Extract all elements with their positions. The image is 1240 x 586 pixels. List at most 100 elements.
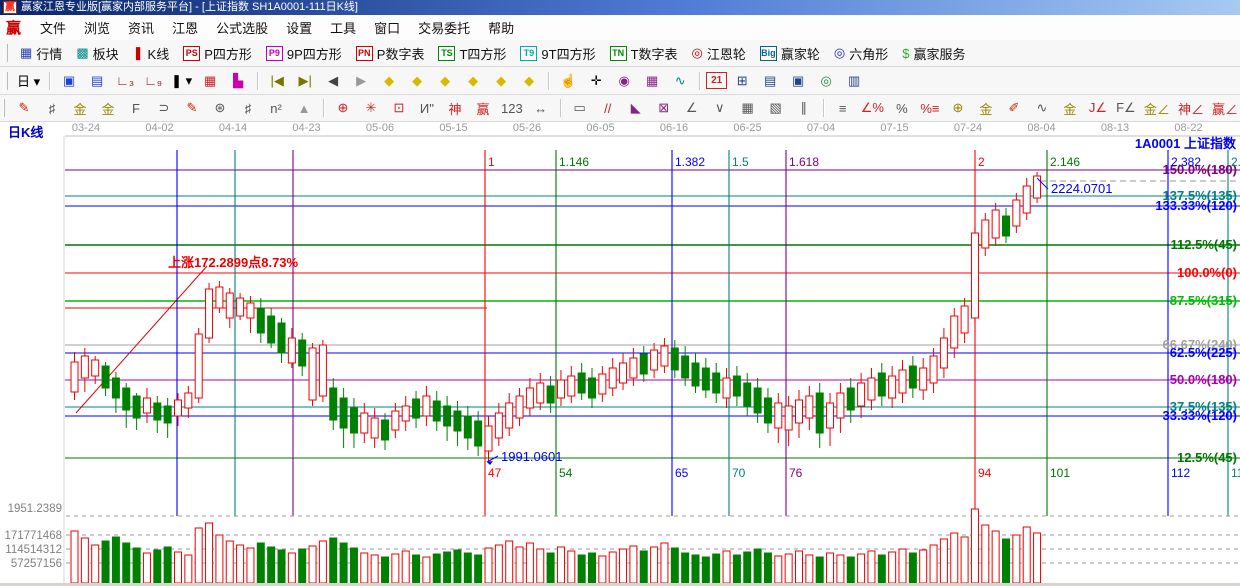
tool-save-icon[interactable]: ▣	[785, 70, 811, 92]
tool-pen-comb-icon[interactable]: ✎	[179, 97, 205, 119]
tool-crosshair-icon[interactable]: ✛	[583, 70, 609, 92]
menu-item-1[interactable]: 浏览	[75, 18, 119, 39]
tool-grid-box-a-icon[interactable]: ▦	[735, 97, 761, 119]
toolbar-button-hexagon[interactable]: ◎六角形	[827, 41, 895, 66]
tool-angle-shen-icon[interactable]: 神∠	[1175, 97, 1207, 119]
tool-n-square-comb-icon[interactable]: n²	[263, 97, 289, 119]
toolbar-button-t-square[interactable]: TST四方形	[431, 41, 513, 66]
tool-expand-all-icon[interactable]: ◆	[516, 70, 542, 92]
toolbar-button-kline[interactable]: ❚K线	[126, 41, 177, 66]
tool-v-lines-icon[interactable]: ∨	[707, 97, 733, 119]
tool-price-comb-icon[interactable]: ♯	[39, 97, 65, 119]
tool-gold-comb-b-icon[interactable]: 金	[95, 97, 121, 119]
tool-zoom-window-icon[interactable]: ▣	[56, 70, 82, 92]
tool-compress-horizontal-icon[interactable]: ◆	[460, 70, 486, 92]
tool-angle-j-icon[interactable]: J∠	[1085, 97, 1111, 119]
tool-box-x-icon[interactable]: ⊠	[651, 97, 677, 119]
tool-compress-vertical-icon[interactable]: ◆	[488, 70, 514, 92]
tool-angle-f-icon[interactable]: F∠	[1113, 97, 1139, 119]
menu-item-3[interactable]: 江恩	[163, 18, 207, 39]
tool-angle-line-icon[interactable]: ∠	[679, 97, 705, 119]
tool-ying-comb-icon[interactable]: 赢	[470, 97, 496, 119]
menu-item-0[interactable]: 文件	[31, 18, 75, 39]
kline-chart-svg[interactable]: 日K线1A0001 上证指数03-2404-0204-1404-2305-060…	[0, 122, 1240, 586]
toolbar-button-9t-square[interactable]: T99T四方形	[513, 41, 602, 66]
tool-angle-gold-icon[interactable]: 金∠	[1141, 97, 1173, 119]
tool-width-arrows-icon[interactable]: ↔	[528, 97, 554, 119]
tool-period-day-dropdown-icon[interactable]: 日 ▾	[14, 70, 43, 92]
menu-item-2[interactable]: 资讯	[119, 18, 163, 39]
menu-item-4[interactable]: 公式选股	[207, 18, 277, 39]
tool-info-panel-icon[interactable]: ▤	[84, 70, 110, 92]
tool-candle-style-dropdown-icon[interactable]: ❚ ▾	[168, 70, 195, 92]
tool-target-box-icon[interactable]: ⊡	[386, 97, 412, 119]
tool-go-last-icon[interactable]: ▶|	[292, 70, 318, 92]
toolbar-button-sectors[interactable]: ▩板块	[69, 41, 125, 66]
tool-comb-123-icon[interactable]: 123	[498, 97, 526, 119]
tool-circle-cross-icon[interactable]: ⊕	[330, 97, 356, 119]
tool-grid-net-icon[interactable]: ▦	[639, 70, 665, 92]
tool-fan-lines-icon[interactable]: //	[595, 97, 621, 119]
toolbar-grip[interactable]	[3, 44, 8, 62]
tool-gold-comb-a-icon[interactable]: 金	[67, 97, 93, 119]
tool-gold-levels-icon[interactable]: 金	[973, 97, 999, 119]
toolbar-separator	[548, 72, 549, 90]
tool-fractal-n-icon[interactable]: И''	[414, 97, 440, 119]
tool-expand-horizontal-icon[interactable]: ◆	[432, 70, 458, 92]
toolbar-button-gann-wheel[interactable]: ◎江恩轮	[685, 41, 753, 66]
tool-notes-icon[interactable]: ▤	[757, 70, 783, 92]
toolbar-button-t-number-table[interactable]: TNT数字表	[603, 41, 685, 66]
tool-drag-hand-icon[interactable]: ☝	[555, 70, 581, 92]
tool-parallel-lines-icon[interactable]: ∥	[791, 97, 817, 119]
tool-angle-flag-icon[interactable]: ▲	[291, 97, 317, 119]
tool-pattern-window-icon[interactable]: ▦	[197, 70, 223, 92]
tool-spiral-comb-icon[interactable]: ⊃	[151, 97, 177, 119]
tool-volume-profile-icon[interactable]: ▙	[225, 70, 251, 92]
tool-plain-comb-icon[interactable]: ♯	[235, 97, 261, 119]
tool-grid-box-b-icon[interactable]: ▧	[763, 97, 789, 119]
tool-percent-slash-icon[interactable]: ∠%	[858, 97, 887, 119]
tool-step-forward-icon[interactable]: ▶	[348, 70, 374, 92]
tool-go-first-icon[interactable]: |◀	[264, 70, 290, 92]
tool-percent-icon[interactable]: %	[889, 97, 915, 119]
tool-price-ruler-icon[interactable]: ≡	[830, 97, 856, 119]
tool-remote-computer-icon[interactable]: ▥	[841, 70, 867, 92]
tool-percent-line-icon[interactable]: %≡	[917, 97, 943, 119]
menu-item-8[interactable]: 交易委托	[409, 18, 479, 39]
tool-zoom-pin-icon[interactable]: ◉	[611, 70, 637, 92]
tool-ma-9-icon[interactable]: ∟₉	[140, 70, 166, 92]
menu-item-9[interactable]: 帮助	[479, 18, 523, 39]
tool-target-dots-icon[interactable]: ✳	[358, 97, 384, 119]
tool-fan-box-icon[interactable]: ◣	[623, 97, 649, 119]
tool-step-back-icon[interactable]: ◀	[320, 70, 346, 92]
tool-circle-360-icon[interactable]: ⊛	[207, 97, 233, 119]
menu-item-5[interactable]: 设置	[277, 18, 321, 39]
tool-gold-line-icon[interactable]: 金	[1057, 97, 1083, 119]
tool-wave-a-icon[interactable]: ∿	[1029, 97, 1055, 119]
toolbar-button-p-square[interactable]: PSP四方形	[176, 41, 259, 66]
tool-ma-3-icon[interactable]: ∟₃	[112, 70, 138, 92]
tool-gold-circle-icon[interactable]: ⊕	[945, 97, 971, 119]
tool-calculator-icon[interactable]: ⊞	[729, 70, 755, 92]
menu-item-7[interactable]: 窗口	[365, 18, 409, 39]
menu-item-6[interactable]: 工具	[321, 18, 365, 39]
tool-pan-right-icon[interactable]: ◆	[404, 70, 430, 92]
tool-angle-ying-icon[interactable]: 赢∠	[1209, 97, 1240, 119]
toolbar-grip[interactable]	[3, 72, 8, 90]
tool-web-update-icon[interactable]: ◎	[813, 70, 839, 92]
toolbar-button-winner-wheel[interactable]: Big赢家轮	[753, 41, 827, 66]
tool-fibonacci-comb-icon[interactable]: F	[123, 97, 149, 119]
toolbar-grip[interactable]	[3, 99, 5, 117]
toolbar-button-quotes[interactable]: ▦行情	[13, 41, 69, 66]
tool-shen-comb-icon[interactable]: 神	[442, 97, 468, 119]
tool-gann-pen-icon[interactable]: ✎	[11, 97, 37, 119]
tool-box-tool-icon[interactable]: ▭	[567, 97, 593, 119]
tool-pan-left-icon[interactable]: ◆	[376, 70, 402, 92]
tool-calendar-21-icon[interactable]: 21	[706, 72, 727, 89]
tool-wave-tool-icon[interactable]: ∿	[667, 70, 693, 92]
tool-pen-vertical-icon[interactable]: ✐	[1001, 97, 1027, 119]
toolbar-button-9p-square[interactable]: P99P四方形	[259, 41, 349, 66]
kline-chart-area[interactable]: 日K线1A0001 上证指数03-2404-0204-1404-2305-060…	[0, 122, 1240, 586]
toolbar-button-winner-service[interactable]: $赢家服务	[895, 41, 972, 66]
toolbar-button-p-number-table[interactable]: PNP数字表	[349, 41, 432, 66]
